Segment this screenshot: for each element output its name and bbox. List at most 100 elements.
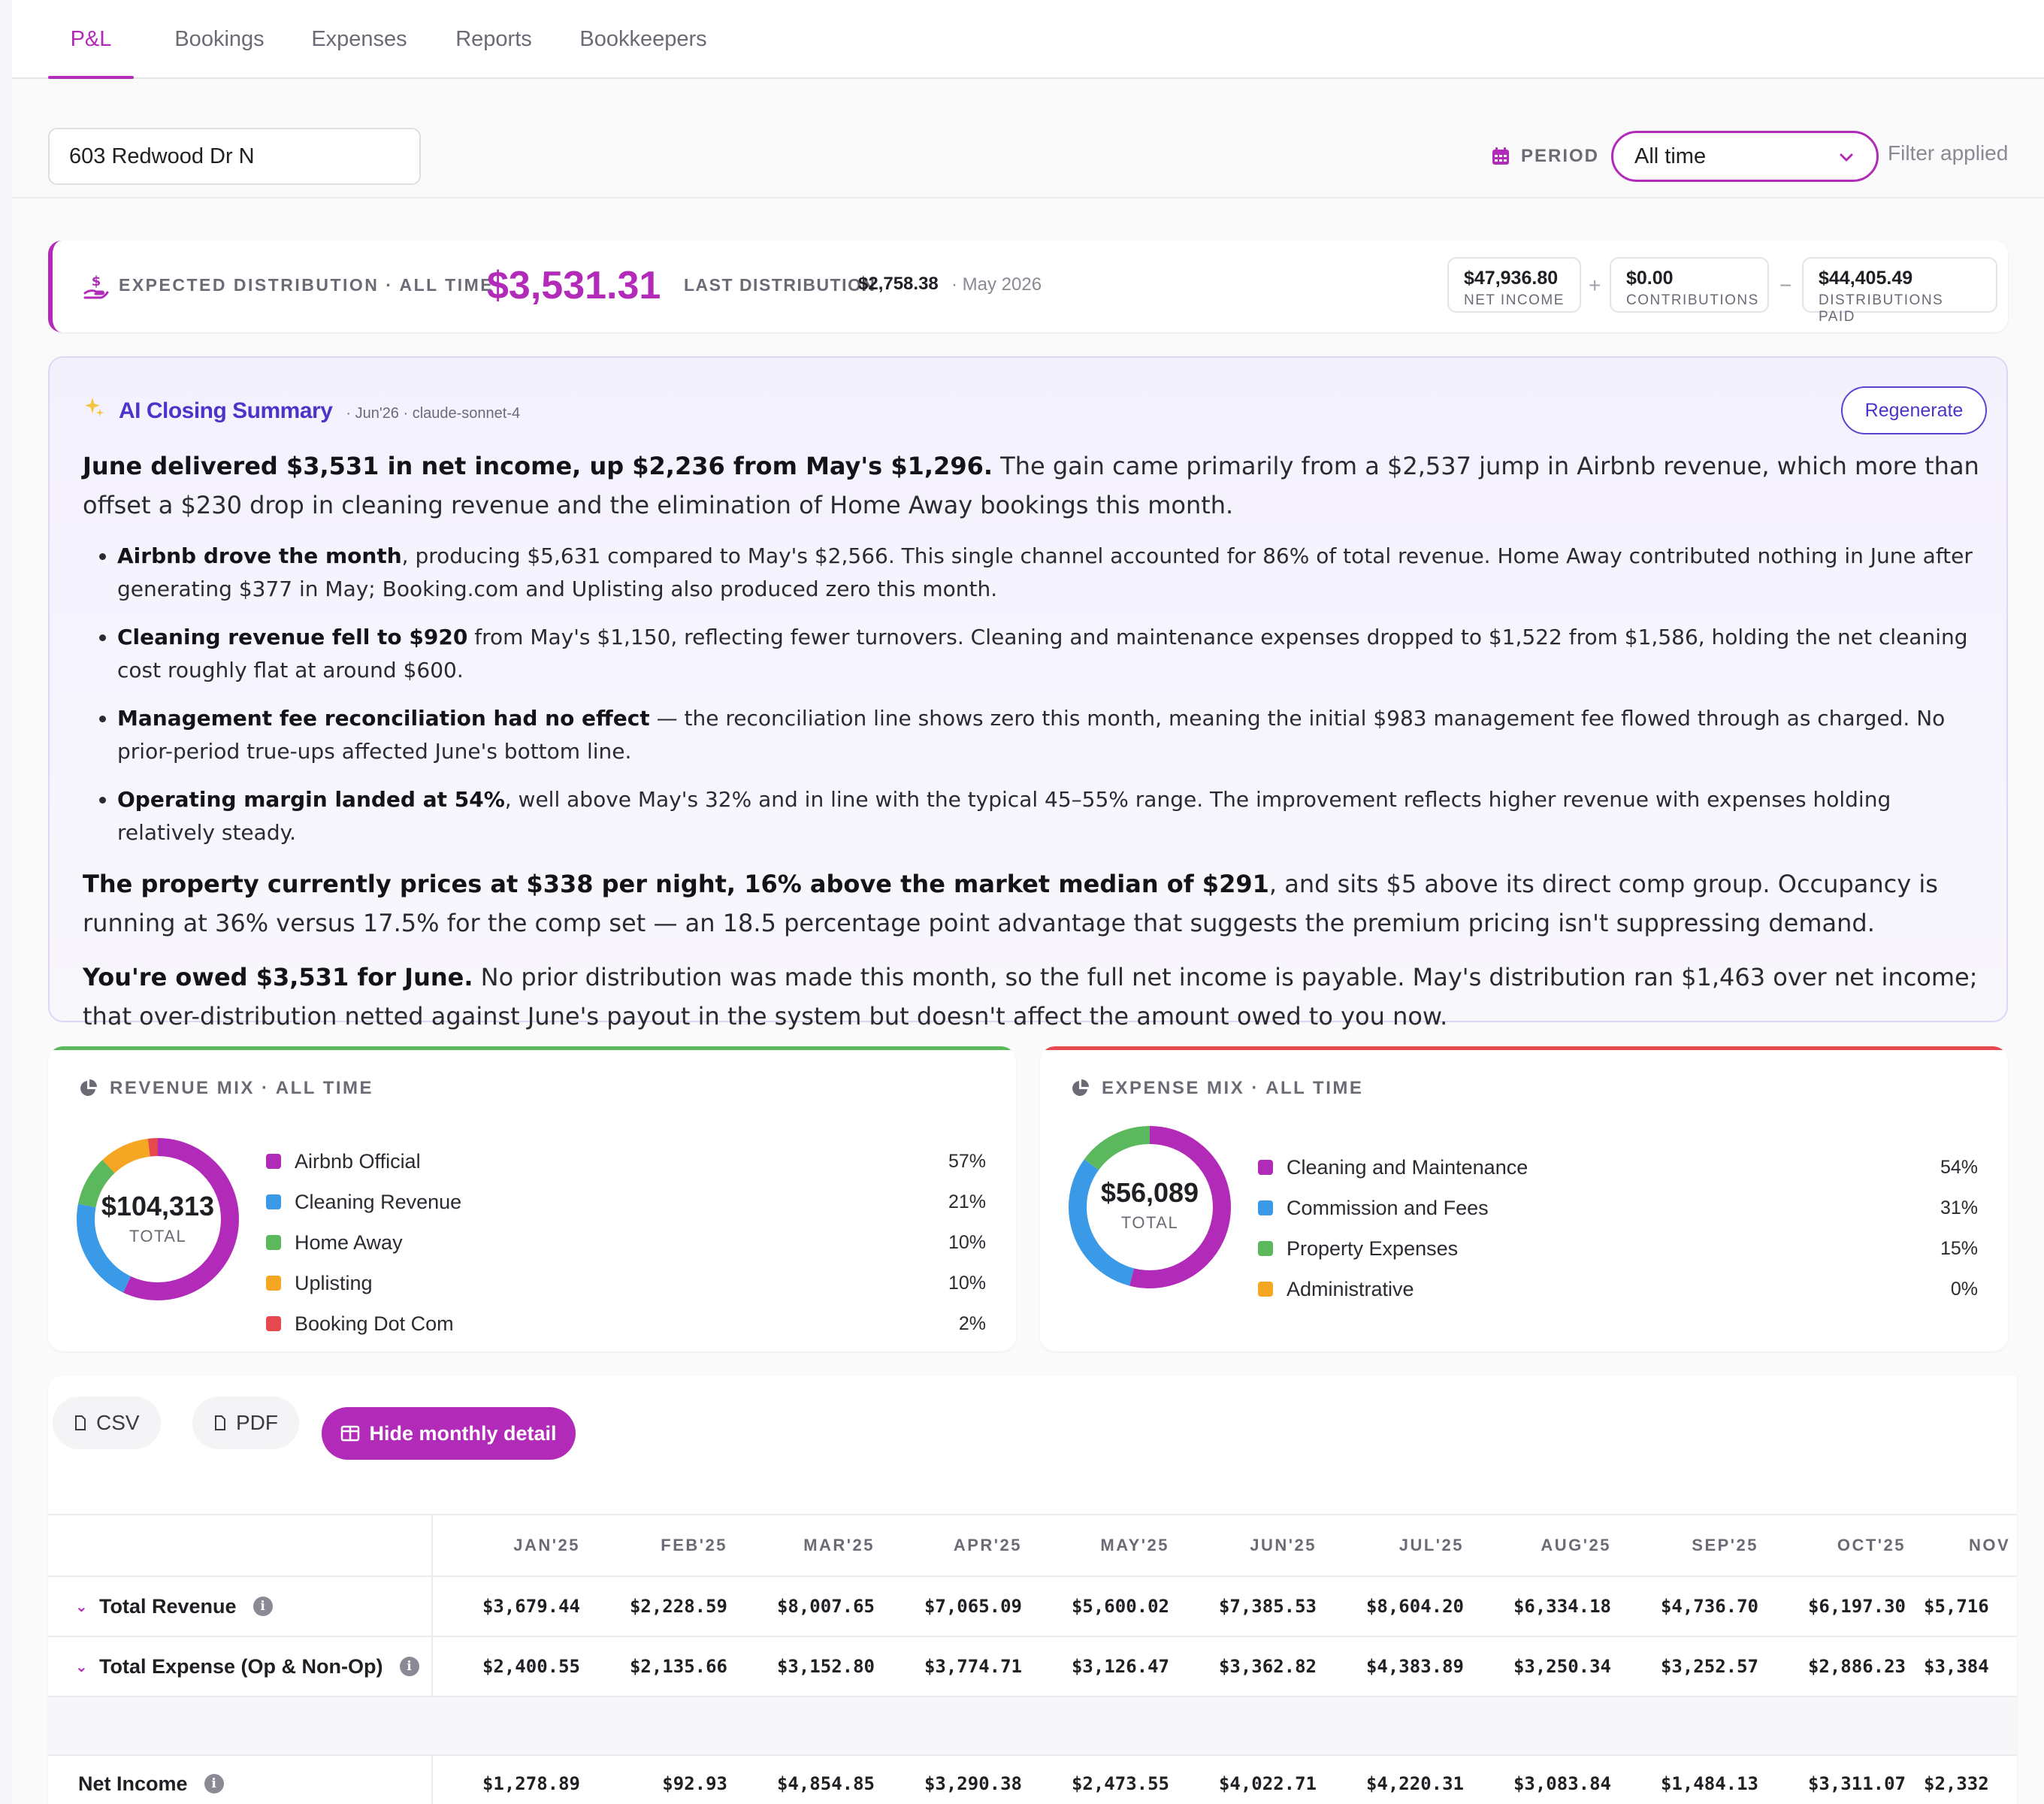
- expense-donut-center: $56,089 TOTAL: [1067, 1177, 1232, 1233]
- tab-bookings[interactable]: Bookings: [159, 0, 280, 79]
- expense-legend: Cleaning and Maintenance 54% Commission an…: [1258, 1147, 1978, 1309]
- pie-chart-icon: [1072, 1079, 1089, 1096]
- table-cell: $2,228.59: [629, 1596, 727, 1617]
- distribution-amount: $3,531.31: [487, 264, 661, 307]
- net-income-label: NET INCOME: [1464, 292, 1565, 308]
- month-header: MAR'25: [803, 1536, 875, 1554]
- tab-reports[interactable]: Reports: [439, 0, 549, 79]
- table-cell: $4,383.89: [1365, 1656, 1464, 1677]
- revenue-total-label: TOTAL: [129, 1227, 187, 1246]
- summary-bullet-bold: Airbnb drove the month: [117, 543, 402, 568]
- revenue-legend-item: Uplisting 10%: [266, 1263, 986, 1303]
- row-label-text: Net Income: [78, 1772, 188, 1795]
- table-cell: $3,384: [1924, 1656, 1989, 1677]
- expense-legend-item: Administrative 0%: [1258, 1269, 1978, 1309]
- revenue-legend-item: Cleaning Revenue 21%: [266, 1182, 986, 1222]
- pdf-button[interactable]: PDF: [192, 1397, 299, 1449]
- table-row-total-expense[interactable]: ⌄ Total Expense (Op & Non-Op) i $2,400.5…: [48, 1637, 2017, 1697]
- summary-paragraph-3: You're owed $3,531 for June. No prior di…: [83, 958, 1984, 1036]
- pnl-page: P&L Bookings Expenses Reports Bookkeeper…: [12, 0, 2044, 1804]
- pdf-label: PDF: [236, 1411, 278, 1434]
- table-cell: $7,065.09: [924, 1596, 1022, 1617]
- revenue-mix-header: REVENUE MIX · ALL TIME: [78, 1078, 373, 1099]
- revenue-legend-name: Home Away: [295, 1230, 403, 1254]
- table-cell: $3,250.34: [1513, 1656, 1611, 1677]
- hide-monthly-detail-button[interactable]: Hide monthly detail: [322, 1407, 576, 1460]
- revenue-mix-accent: [48, 1046, 1016, 1050]
- last-distribution-amount: $2,758.38: [858, 274, 939, 294]
- month-header: JUL'25: [1398, 1536, 1464, 1554]
- monthly-table-card: CSV PDF Hide monthly detail JAN'25 FEB'2…: [48, 1376, 2017, 1804]
- info-icon[interactable]: i: [399, 1657, 419, 1676]
- row-label-text: Total Expense (Op & Non-Op): [99, 1654, 383, 1678]
- ai-summary-title: AI Closing Summary: [119, 398, 333, 423]
- month-header: MAY'25: [1100, 1536, 1169, 1554]
- distribution-label: EXPECTED DISTRIBUTION · ALL TIME: [119, 275, 494, 295]
- filter-bar: 603 Redwood Dr N PERIOD All time Filter …: [12, 119, 2044, 198]
- row-label-net-income: Net Income i: [48, 1756, 433, 1804]
- csv-button[interactable]: CSV: [53, 1397, 161, 1449]
- table-row-total-revenue[interactable]: ⌄ Total Revenue i $3,679.44 $2,228.59 $8…: [48, 1577, 2017, 1637]
- table-cell: $2,886.23: [1807, 1656, 1906, 1677]
- table-cell: $3,126.47: [1071, 1656, 1169, 1677]
- table-cell: $2,332: [1924, 1773, 1989, 1794]
- property-select[interactable]: 603 Redwood Dr N: [48, 128, 421, 185]
- table-cell: $4,220.31: [1365, 1773, 1464, 1794]
- file-icon: [215, 1415, 225, 1430]
- table-spacer-row: [48, 1697, 2017, 1754]
- table-cell: $5,716: [1924, 1596, 1989, 1617]
- svg-text:$: $: [92, 274, 101, 289]
- info-icon[interactable]: i: [252, 1597, 273, 1616]
- revenue-legend-pct: 57%: [948, 1150, 986, 1172]
- tab-bookkeepers[interactable]: Bookkeepers: [568, 0, 718, 79]
- summary-p2-bold: The property currently prices at $338 pe…: [83, 870, 1269, 898]
- info-icon[interactable]: i: [204, 1774, 224, 1793]
- net-income-value: $47,936.80: [1464, 268, 1559, 289]
- last-distribution-label: LAST DISTRIBUTION: [684, 275, 876, 295]
- summary-paragraph-1: June delivered $3,531 in net income, up …: [83, 446, 1984, 525]
- row-label-total-revenue[interactable]: ⌄ Total Revenue i: [48, 1577, 433, 1636]
- table-cell: $7,385.53: [1218, 1596, 1317, 1617]
- net-income-box: $47,936.80 NET INCOME: [1447, 257, 1581, 313]
- tab-expenses[interactable]: Expenses: [299, 0, 419, 79]
- revenue-legend-swatch: [266, 1154, 281, 1169]
- month-header: SEP'25: [1692, 1536, 1758, 1554]
- table-cell: $2,135.66: [629, 1656, 727, 1677]
- expense-mix-header: EXPENSE MIX · ALL TIME: [1070, 1078, 1363, 1099]
- revenue-legend-name: Cleaning Revenue: [295, 1190, 462, 1213]
- revenue-legend-pct: 2%: [958, 1312, 986, 1334]
- chevron-down-icon: [1840, 153, 1853, 162]
- tab-pnl[interactable]: P&L: [48, 0, 134, 79]
- revenue-legend-swatch: [266, 1316, 281, 1331]
- pie-chart-icon: [80, 1079, 97, 1096]
- chevron-down-icon[interactable]: ⌄: [75, 1657, 89, 1676]
- row-label-total-expense[interactable]: ⌄ Total Expense (Op & Non-Op) i: [48, 1637, 433, 1696]
- summary-bullet: Cleaning revenue fell to $920 from May's…: [117, 621, 1984, 687]
- monthly-table: JAN'25 FEB'25 MAR'25 APR'25 MAY'25 JUN'2…: [48, 1514, 2017, 1804]
- ai-summary-body: June delivered $3,531 in net income, up …: [83, 446, 1984, 1051]
- expected-distribution-card: $ EXPECTED DISTRIBUTION · ALL TIME $3,53…: [48, 241, 2008, 332]
- summary-bullet-bold: Operating margin landed at 54%: [117, 787, 505, 812]
- revenue-legend-pct: 10%: [948, 1231, 986, 1253]
- table-cell: $4,022.71: [1218, 1773, 1317, 1794]
- revenue-legend-item: Home Away 10%: [266, 1222, 986, 1263]
- period-value: All time: [1634, 144, 1707, 168]
- month-header: AUG'25: [1541, 1536, 1611, 1554]
- period-label-text: PERIOD: [1521, 146, 1600, 166]
- revenue-total: $104,313: [101, 1191, 215, 1221]
- expense-legend-name: Property Expenses: [1287, 1236, 1459, 1260]
- filter-applied-text: Filter applied: [1888, 141, 2009, 165]
- chevron-down-icon[interactable]: ⌄: [75, 1597, 89, 1616]
- period-select[interactable]: All time: [1611, 131, 1879, 182]
- table-cell: $3,152.80: [776, 1656, 875, 1677]
- file-icon: [75, 1415, 86, 1430]
- table-cell: $3,252.57: [1660, 1656, 1758, 1677]
- regenerate-button[interactable]: Regenerate: [1841, 386, 1987, 434]
- table-cell: $2,473.55: [1071, 1773, 1169, 1794]
- summary-bullets: Airbnb drove the month, producing $5,631…: [117, 540, 1984, 849]
- expense-mix-card: EXPENSE MIX · ALL TIME $56,089 TOTAL Cle…: [1040, 1046, 2008, 1351]
- table-cell: $6,197.30: [1807, 1596, 1906, 1617]
- table-cell: $3,679.44: [482, 1596, 580, 1617]
- month-header: APR'25: [953, 1536, 1022, 1554]
- table-cell: $3,362.82: [1218, 1656, 1317, 1677]
